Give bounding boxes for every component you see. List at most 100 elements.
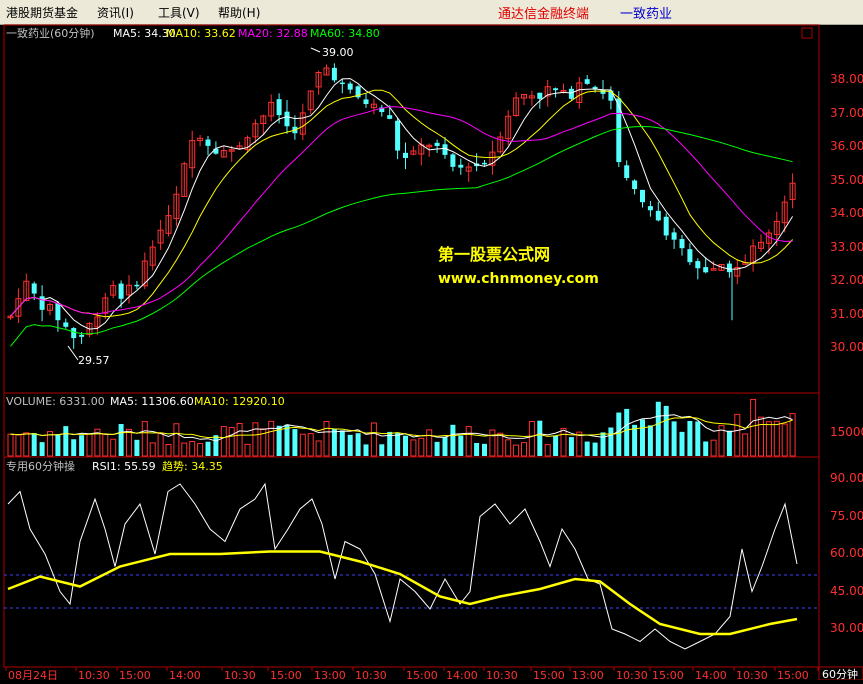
volume-bar-down bbox=[663, 405, 669, 456]
candle-body-down bbox=[616, 98, 622, 163]
volume-bar-up bbox=[521, 442, 527, 457]
time-label: 10:30 bbox=[224, 669, 256, 680]
volume-bar-up bbox=[513, 444, 520, 457]
price-tick: 37.00 bbox=[830, 106, 863, 120]
candle-body-down bbox=[339, 82, 345, 85]
candle-body-down bbox=[434, 142, 440, 147]
volume-bar-up bbox=[307, 433, 314, 457]
rsi1-label: RSI1: 55.59 bbox=[92, 460, 156, 473]
volume-bar-down bbox=[482, 443, 487, 456]
stock-name-title: 一致药业 bbox=[620, 7, 673, 22]
volume-bar-down bbox=[403, 435, 408, 456]
candle-body-down bbox=[276, 99, 282, 116]
menu-hk-futures[interactable]: 港股期货基金 bbox=[6, 4, 78, 21]
time-label: 15:00 bbox=[406, 669, 438, 680]
rsi-tick: 30.00 bbox=[830, 621, 863, 635]
candle-body-down bbox=[71, 328, 77, 339]
rsi-panel-header: 专用60分钟操 RSI1: 55.59 趋势: 34.35 bbox=[6, 459, 223, 473]
menu-help[interactable]: 帮助(H) bbox=[218, 4, 260, 21]
candle-body-down bbox=[347, 83, 353, 90]
volume-bar-down bbox=[584, 441, 590, 456]
volume-bar-up bbox=[710, 439, 717, 457]
volume-bar-down bbox=[553, 435, 559, 456]
chart-svg[interactable]: 38.00 37.00 36.00 35.00 34.00 33.00 32.0… bbox=[0, 24, 863, 682]
low-price-label: 29.57 bbox=[78, 354, 110, 367]
volume-bar-up bbox=[7, 433, 14, 457]
candle-body-down bbox=[363, 99, 369, 104]
volume-bar-down bbox=[55, 434, 61, 456]
volume-bar-down bbox=[655, 401, 661, 456]
rsi-tick: 45.00 bbox=[830, 584, 863, 598]
rsi-panel-title: 专用60分钟操 bbox=[6, 459, 75, 473]
time-label: 10:30 bbox=[616, 669, 648, 680]
volume-bar-up bbox=[189, 441, 196, 457]
volume-bar-up bbox=[750, 398, 757, 457]
volume-bar-down bbox=[79, 435, 85, 456]
watermark-url: www.chnmoney.com bbox=[438, 271, 599, 287]
candle-body-down bbox=[284, 111, 290, 127]
candle-body-down bbox=[695, 261, 701, 269]
volume-bar-down bbox=[474, 442, 480, 456]
volume-bar-up bbox=[323, 421, 330, 457]
panel-close-icon[interactable] bbox=[801, 27, 813, 39]
time-label: 08月24日 bbox=[8, 669, 58, 680]
volume-bar-up bbox=[228, 426, 235, 457]
ma10-label: MA10: 33.62 bbox=[166, 27, 236, 40]
time-label: 13:00 bbox=[314, 669, 346, 680]
rsi-tick: 90.00 bbox=[830, 471, 863, 485]
volume-bar-down bbox=[39, 442, 45, 456]
volume-bar-down bbox=[616, 412, 622, 456]
candle-body-down bbox=[703, 267, 709, 273]
volume-bar-up bbox=[758, 416, 764, 457]
volume-bar-down bbox=[395, 433, 401, 456]
volume-bar-down bbox=[284, 424, 290, 456]
price-tick: 32.00 bbox=[830, 273, 863, 287]
volume-bar-up bbox=[497, 432, 504, 457]
candle-body-down bbox=[482, 162, 487, 165]
brand-title: 通达信金融终端 bbox=[498, 7, 590, 22]
candle-body-down bbox=[537, 92, 543, 99]
ma60-label: MA60: 34.80 bbox=[310, 27, 380, 40]
volume-bar-down bbox=[450, 424, 456, 456]
volume-bar-down bbox=[442, 436, 448, 456]
menu-tools[interactable]: 工具(V) bbox=[158, 4, 200, 21]
volume-bar-down bbox=[331, 428, 337, 456]
volume-bar-down bbox=[592, 442, 598, 456]
volume-bar-up bbox=[141, 421, 148, 457]
volume-bar-up bbox=[789, 413, 796, 457]
menu-news[interactable]: 资讯(I) bbox=[97, 4, 134, 21]
candle-body-down bbox=[458, 164, 464, 168]
volume-bar-up bbox=[181, 442, 188, 457]
chart-area[interactable]: 38.00 37.00 36.00 35.00 34.00 33.00 32.0… bbox=[0, 24, 863, 682]
candle-body-down bbox=[395, 120, 401, 151]
volume-bar-up bbox=[544, 444, 551, 457]
candle-body-down bbox=[584, 79, 590, 84]
candle-body-down bbox=[387, 115, 393, 119]
trend-line bbox=[7, 550, 798, 636]
volume-bar-up bbox=[299, 433, 306, 457]
volume-bar-up bbox=[15, 434, 22, 457]
candle-body-down bbox=[647, 206, 653, 211]
volume-bar-down bbox=[703, 441, 709, 456]
candle-body-down bbox=[687, 249, 693, 263]
time-label: 14:00 bbox=[169, 669, 201, 680]
ma-line bbox=[10, 89, 793, 318]
candle-body-down bbox=[679, 239, 685, 249]
price-tick: 35.00 bbox=[830, 173, 863, 187]
volume-bar-up bbox=[173, 423, 180, 457]
volume-bar-down bbox=[640, 419, 645, 456]
candle-body-down bbox=[640, 189, 645, 203]
volume-bar-up bbox=[426, 429, 433, 457]
volume-ma5-label: MA5: 11306.60 bbox=[110, 395, 194, 408]
volume-bar-up bbox=[505, 439, 512, 457]
volume-panel-header: VOLUME: 6331.00 MA5: 11306.60 MA10: 1292… bbox=[6, 395, 285, 408]
volume-bar-up bbox=[252, 422, 259, 457]
rsi1-line bbox=[7, 482, 798, 650]
rsi-panel-frame bbox=[3, 456, 820, 668]
candle-body-down bbox=[63, 322, 69, 327]
rsi-lines bbox=[7, 482, 798, 650]
ma20-label: MA20: 32.88 bbox=[238, 27, 308, 40]
period-label[interactable]: 60分钟 bbox=[822, 667, 858, 681]
volume-bar-up bbox=[23, 432, 30, 457]
price-tick: 31.00 bbox=[830, 307, 863, 321]
